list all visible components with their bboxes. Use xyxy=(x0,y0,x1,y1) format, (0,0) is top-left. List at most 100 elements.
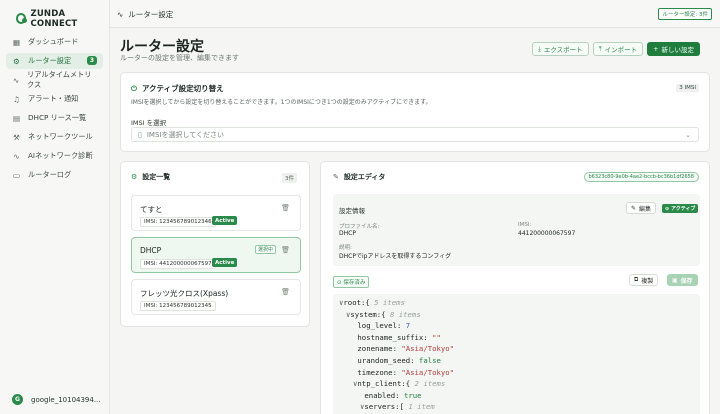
page-subtitle: ルーターの設定を管理、編集できます xyxy=(120,54,239,62)
config-imsi-tag: IMSI: 123456789012345 xyxy=(140,301,216,311)
json-punct: : xyxy=(423,332,433,342)
json-tree-node: enabled: true xyxy=(360,390,422,400)
config-list-item[interactable]: てすと IMSI: 123456789012346 Active 🗑 xyxy=(131,195,301,231)
settings-icon: ⚙ xyxy=(13,56,20,66)
topbar-title: ∿ ルーター設定 xyxy=(117,9,173,20)
json-tree-node[interactable]: ∨root:{ 5 items xyxy=(339,298,405,307)
avatar: G xyxy=(12,394,23,405)
json-item-count: 2 items xyxy=(410,379,446,389)
config-name: フレッツ光クロス(Xpass) xyxy=(140,289,229,298)
trash-icon[interactable]: 🗑 xyxy=(281,246,290,254)
logo[interactable]: ZUNDA CONNECT xyxy=(0,0,109,29)
sidebar-item[interactable]: ▦ ダッシュボード xyxy=(6,34,103,50)
json-value: true xyxy=(403,390,422,400)
settings-icon: ⚙ xyxy=(131,173,138,181)
ai-pulse-icon: ∿ xyxy=(13,151,20,161)
json-key: servers xyxy=(364,402,396,412)
active-status-badge: ⊙ アクティブ xyxy=(662,204,699,213)
sidebar-item[interactable]: ⚙ ルーター設定 3 xyxy=(6,53,103,69)
sidebar-item-label: アラート・通知 xyxy=(28,94,79,103)
active-config-title: ⏻ アクティブ設定切り替え xyxy=(131,83,224,94)
sidebar-item[interactable]: ▭ ルーターログ xyxy=(6,167,103,183)
json-punct: :[ xyxy=(395,402,404,412)
config-imsi-tag: IMSI: 441200000067597 xyxy=(140,259,216,269)
sidebar-item[interactable]: ♫ アラート・通知 xyxy=(6,91,103,107)
json-value: "Asia/Tokyo" xyxy=(401,367,455,377)
sidebar-item-label: リアルタイムメトリクス xyxy=(27,70,92,89)
sidebar-item-label: ルーターログ xyxy=(28,170,72,179)
topbar: ∿ ルーター設定 ルーター設定: 3件 xyxy=(110,0,720,28)
new-config-label: 新しい設定 xyxy=(661,46,695,54)
json-punct: : xyxy=(410,356,419,365)
duplicate-label: 複製 xyxy=(641,277,654,285)
activity-icon: ∿ xyxy=(12,75,20,85)
json-value: false xyxy=(418,356,441,365)
sidebar-item-badge: 3 xyxy=(86,56,97,65)
active-badge: Active xyxy=(212,258,238,267)
json-tree-node: hostname_suffix: "" xyxy=(353,333,441,342)
selected-badge: 選択中 xyxy=(254,245,276,254)
imsi-label: IMSI: xyxy=(518,222,532,228)
json-punct: :{ xyxy=(360,298,370,307)
user-name: google_10104394... xyxy=(31,395,101,404)
imsi-select-placeholder: IMSIを選択してください xyxy=(146,130,225,139)
sidebar-item[interactable]: ⚒ ネットワークツール xyxy=(6,129,103,145)
json-punct: :{ xyxy=(376,309,386,319)
active-config-card: ⏻ アクティブ設定切り替え IMSIを選択してから設定を切り替えることができます… xyxy=(120,72,710,152)
json-key: zonename xyxy=(357,344,393,354)
profile-name-value: DHCP xyxy=(339,230,356,237)
json-key: system xyxy=(350,309,377,319)
save-button[interactable]: ▣ 保存 xyxy=(667,274,698,286)
config-info-box: 設定情報 ✎ 編集 ⊙ アクティブ プロファイル名: DHCP IMSI: 44… xyxy=(333,194,700,266)
config-name: てすと xyxy=(140,205,163,214)
active-config-title-text: アクティブ設定切り替え xyxy=(141,84,224,93)
json-punct: :{ xyxy=(401,379,411,389)
json-punct: : xyxy=(396,321,406,331)
json-key: timezone xyxy=(357,367,393,377)
json-tree-node[interactable]: ∨servers:[ 1 item xyxy=(360,402,435,411)
export-button[interactable]: ⤓ エクスポート xyxy=(532,42,589,56)
sidebar-item[interactable]: ∿ リアルタイムメトリクス xyxy=(6,70,103,89)
duplicate-button[interactable]: ⧉ 複製 xyxy=(629,274,659,286)
grid-icon: ▦ xyxy=(12,37,21,47)
json-key: hostname_suffix xyxy=(357,332,424,342)
config-list-item[interactable]: DHCP IMSI: 441200000067597 Active 選択中 🗑 xyxy=(131,237,301,273)
json-key: root xyxy=(343,298,361,307)
json-value: "" xyxy=(432,332,441,342)
user-profile[interactable]: G google_10104394... xyxy=(12,394,101,405)
json-tree-editor[interactable]: ∨root:{ 5 items ∨system:{ 8 items log_lev… xyxy=(333,294,700,414)
sidebar-item[interactable]: ∿ AIネットワーク診断 xyxy=(6,148,103,164)
info-title: 設定情報 xyxy=(339,207,365,215)
description-label: 説明: xyxy=(339,245,352,251)
import-button[interactable]: ⤒ インポート xyxy=(592,42,644,56)
logo-icon xyxy=(16,13,29,24)
json-tree-node[interactable]: ∨ntp_client:{ 2 items xyxy=(353,379,445,388)
edit-button[interactable]: ✎ 編集 xyxy=(626,202,657,214)
trash-icon[interactable]: 🗑 xyxy=(281,204,290,212)
new-config-button[interactable]: + 新しい設定 xyxy=(647,42,701,56)
config-editor-card: ✎ 設定エディタ b6323c80-9e0b-4ae2-bccb-bc36b1d… xyxy=(320,161,710,414)
editor-title-text: 設定エディタ xyxy=(343,173,386,181)
active-status-label: アクティブ xyxy=(670,206,696,212)
sidebar-item[interactable]: ▤ DHCP リース一覧 xyxy=(6,110,103,126)
network-icon: ⚒ xyxy=(13,132,20,142)
edit-label: 編集 xyxy=(639,205,652,213)
imsi-value: 441200000067597 xyxy=(518,230,576,237)
config-list-item[interactable]: フレッツ光クロス(Xpass) IMSI: 123456789012345 🗑 xyxy=(131,279,301,315)
config-name: DHCP xyxy=(140,246,162,255)
config-list-title-text: 設定一覧 xyxy=(142,173,171,181)
config-imsi-tag: IMSI: 123456789012346 xyxy=(140,217,216,227)
sidebar-item-label: ダッシュボード xyxy=(28,37,79,46)
pencil-icon: ✎ xyxy=(333,173,339,181)
json-key: urandom_seed xyxy=(357,356,411,365)
trash-icon[interactable]: 🗑 xyxy=(281,288,290,296)
json-key: ntp_client xyxy=(357,379,402,389)
power-icon: ⏻ xyxy=(131,83,137,93)
json-tree-node[interactable]: ∨system:{ 8 items xyxy=(346,310,421,319)
json-punct: : xyxy=(395,390,404,400)
profile-name-label: プロファイル名: xyxy=(339,224,380,230)
import-label: インポート xyxy=(604,46,638,54)
editor-title: ✎ 設定エディタ xyxy=(333,172,385,182)
save-icon: ▣ xyxy=(672,276,678,284)
imsi-select[interactable]: ▯ IMSIを選択してください ⌄ xyxy=(131,127,699,142)
